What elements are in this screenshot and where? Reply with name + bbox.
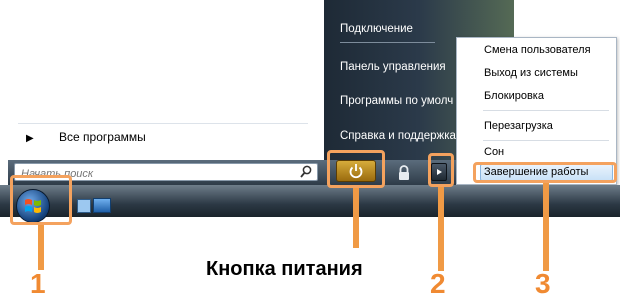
right-item-connect[interactable]: Подключение <box>340 23 413 35</box>
quick-launch-icon[interactable] <box>77 199 91 213</box>
menu-separator <box>483 140 609 141</box>
search-icon[interactable] <box>300 165 312 178</box>
right-item-control-panel[interactable]: Панель управления <box>340 61 446 73</box>
menu-item-sleep[interactable]: Сон <box>484 146 504 158</box>
menu-item-restart[interactable]: Перезагрузка <box>484 120 553 132</box>
menu-item-lock[interactable]: Блокировка <box>484 90 544 102</box>
arrow-right-icon: ▶ <box>26 133 34 144</box>
lock-button[interactable] <box>394 164 414 182</box>
show-desktop-icon[interactable] <box>93 198 111 213</box>
menu-item-log-off[interactable]: Выход из системы <box>484 67 578 79</box>
start-menu-left-pane: ▶ Все программы <box>8 0 325 160</box>
leader-line-1 <box>38 225 44 270</box>
leader-line-2 <box>438 187 444 271</box>
right-item-default-programs[interactable]: Программы по умолч <box>340 95 453 107</box>
annotation-number-2: 2 <box>430 268 446 299</box>
highlight-frame-start <box>10 175 72 225</box>
divider <box>340 42 435 43</box>
annotation-number-3: 3 <box>535 268 551 299</box>
lock-icon <box>399 165 409 180</box>
divider <box>18 123 308 124</box>
all-programs-item[interactable]: ▶ Все программы <box>26 130 146 144</box>
highlight-frame-shutdown <box>473 162 617 183</box>
leader-line-power <box>353 188 359 248</box>
right-item-help[interactable]: Справка и поддержка <box>340 130 456 142</box>
menu-separator <box>483 110 609 111</box>
leader-line-3 <box>543 183 549 271</box>
all-programs-label: Все программы <box>59 130 146 144</box>
menu-item-switch-user[interactable]: Смена пользователя <box>484 44 591 56</box>
highlight-frame-arrow <box>428 153 454 187</box>
highlight-frame-power <box>327 150 385 188</box>
power-button-caption: Кнопка питания <box>206 258 363 280</box>
annotation-number-1: 1 <box>30 268 46 299</box>
